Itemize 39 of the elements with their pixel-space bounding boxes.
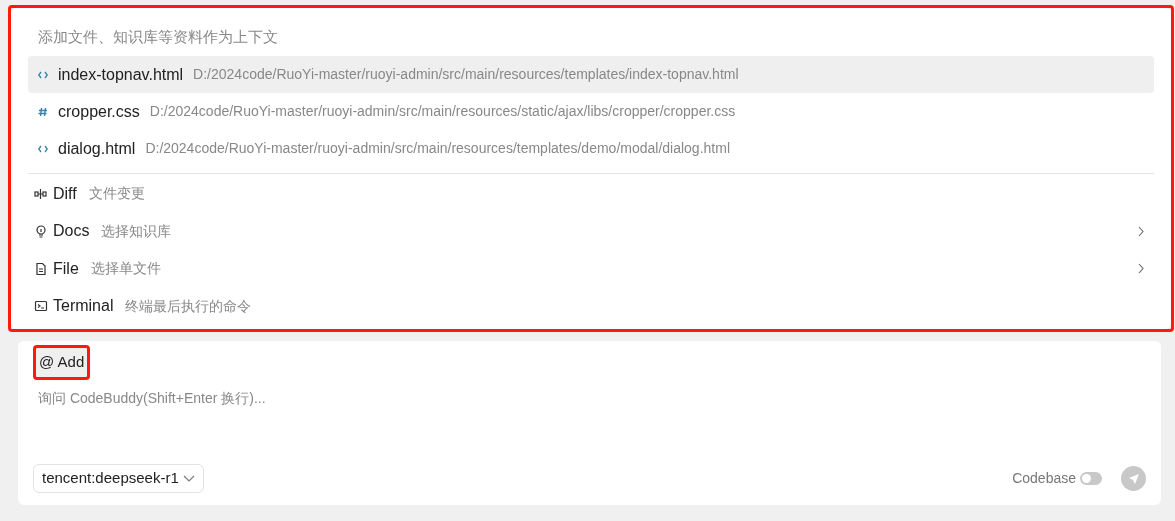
- file-path: D:/2024code/RuoYi-master/ruoyi-admin/src/main/resources/static/ajax/libs/cropper/cropper.css: [149, 102, 736, 121]
- add-context-button[interactable]: @ Add: [33, 345, 91, 380]
- menu-item[interactable]: Docs 选择知识库: [28, 212, 1154, 250]
- chevron-right-icon: [1138, 263, 1144, 275]
- menu-label: Diff: [53, 183, 77, 204]
- menu-label: File: [53, 258, 79, 279]
- menu-label: Terminal: [53, 296, 114, 317]
- model-dropdown[interactable]: tencent:deepseek-r1: [33, 464, 204, 493]
- menu-label: Docs: [53, 221, 90, 242]
- hash-icon: [38, 106, 48, 117]
- diff-icon: [34, 186, 48, 201]
- file-icon: [34, 261, 48, 276]
- codebase-label: Codebase: [1012, 469, 1076, 488]
- menu-item[interactable]: Diff 文件变更: [28, 175, 1154, 213]
- code-icon: [38, 144, 48, 153]
- menu-item[interactable]: File 选择单文件: [28, 250, 1154, 288]
- terminal-icon: [34, 299, 48, 314]
- file-path: D:/2024code/RuoYi-master/ruoyi-admin/src/main/resources/templates/demo/modal/dialog.html: [145, 139, 730, 158]
- file-item[interactable]: index-topnav.html D:/2024code/RuoYi-master/ruoyi-admin/src/main/resources/templates/index-topnav.html: [28, 56, 1154, 93]
- chevron-right-icon: [1138, 225, 1144, 237]
- menu-hint: 文件变更: [88, 184, 145, 204]
- menu-hint: 选择知识库: [101, 221, 172, 241]
- menu-hint: 选择单文件: [90, 259, 161, 279]
- file-name: cropper.css: [58, 101, 140, 122]
- lightbulb-icon: [34, 224, 48, 239]
- file-name: dialog.html: [58, 138, 136, 159]
- codebase-toggle[interactable]: [1080, 472, 1102, 485]
- file-item[interactable]: cropper.css D:/2024code/RuoYi-master/ruoyi-admin/src/main/resources/static/ajax/libs/cropper/cropper.css: [28, 93, 1154, 130]
- file-item[interactable]: dialog.html D:/2024code/RuoYi-master/ruoyi-admin/src/main/resources/templates/demo/modal/dialog.html: [28, 130, 1154, 167]
- file-path: D:/2024code/RuoYi-master/ruoyi-admin/src/main/resources/templates/index-topnav.html: [193, 65, 739, 84]
- code-icon: [38, 70, 48, 79]
- chat-input-field[interactable]: @ Add 询问 CodeBuddy(Shift+Enter 换行)... tencent:deepseek-r1 Codebase: [18, 341, 1161, 505]
- send-button[interactable]: [1121, 466, 1146, 491]
- send-icon: [1127, 472, 1140, 485]
- chevron-down-icon: [182, 475, 195, 482]
- menu-item[interactable]: Terminal 终端最后执行的命令: [28, 287, 1154, 325]
- search-field[interactable]: 添加文件、知识库等资料作为上下文: [28, 18, 1154, 54]
- menu-hint: 终端最后执行的命令: [125, 296, 252, 316]
- file-name: index-topnav.html: [58, 64, 184, 85]
